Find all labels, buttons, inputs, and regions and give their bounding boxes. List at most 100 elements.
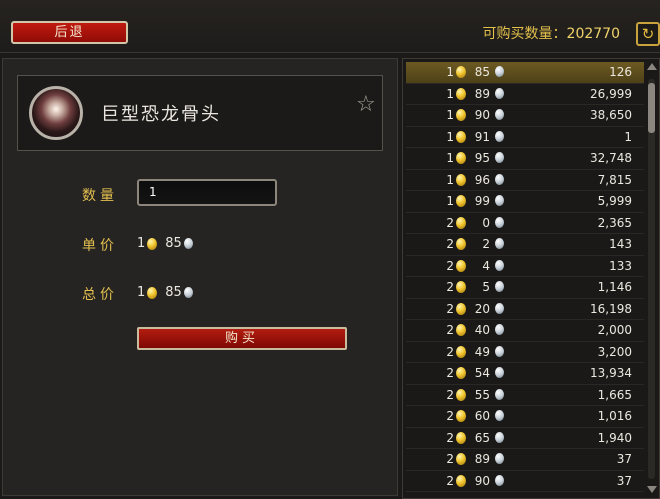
listing-silver: 40	[474, 323, 490, 337]
silver-coin-icon	[495, 302, 504, 314]
listing-quantity: 16,198	[590, 301, 632, 316]
listing-quantity: 1,146	[597, 280, 632, 294]
silver-coin-icon	[495, 195, 504, 206]
listing-row[interactable]: 2 20 16,198	[406, 299, 644, 320]
listing-row[interactable]: 2 4 133	[406, 256, 644, 277]
top-bar: 后退 可购买数量：202770 ↻	[0, 0, 660, 53]
listing-row[interactable]: 2 49 3,200	[406, 342, 644, 363]
listing-gold: 1	[446, 172, 454, 187]
listing-gold: 1	[446, 194, 454, 208]
listing-silver: 4	[482, 258, 490, 273]
listing-silver: 60	[474, 409, 490, 423]
silver-coin-icon	[495, 87, 504, 99]
gold-coin-icon	[456, 453, 466, 465]
silver-coin-icon	[495, 152, 504, 163]
listing-quantity: 133	[609, 258, 632, 273]
listing-silver: 85	[474, 65, 490, 79]
quantity-label: 数量	[82, 188, 118, 204]
silver-coin-icon	[183, 287, 193, 298]
gold-coin-icon	[456, 173, 466, 186]
unit-silver-value: 85	[165, 236, 182, 251]
total-silver-value: 85	[165, 285, 182, 300]
gold-coin-icon	[456, 410, 466, 422]
unit-price-label: 单价	[82, 238, 118, 254]
listing-silver: 99	[474, 194, 490, 208]
listing-quantity: 32,748	[590, 151, 632, 165]
listing-gold: 2	[446, 430, 454, 445]
gold-coin-icon	[456, 216, 466, 229]
gold-coin-icon	[147, 237, 158, 250]
unit-gold-value: 1	[137, 236, 146, 251]
scrollbar-track[interactable]	[648, 79, 655, 479]
listing-row[interactable]: 2 60 1,016	[406, 406, 644, 428]
listing-quantity: 1	[624, 129, 632, 144]
silver-coin-icon	[495, 388, 504, 400]
back-button[interactable]: 后退	[11, 21, 128, 44]
listing-silver: 95	[474, 151, 490, 165]
listings-list: 1 85 126 1 89 26,999 1 90 38,650 1 91 1 1 95 32,748 1 96…	[406, 62, 644, 492]
listing-gold: 1	[446, 86, 454, 101]
listing-gold: 2	[446, 452, 454, 466]
silver-coin-icon	[495, 410, 504, 421]
listing-row[interactable]: 1 90 38,650	[406, 105, 644, 127]
listing-gold: 1	[446, 108, 454, 122]
silver-coin-icon	[495, 345, 504, 357]
gold-coin-icon	[456, 238, 466, 250]
listing-silver: 5	[482, 280, 490, 294]
listing-row[interactable]: 2 5 1,146	[406, 277, 644, 299]
silver-coin-icon	[495, 130, 504, 142]
gold-coin-icon	[456, 259, 466, 272]
silver-coin-icon	[495, 238, 504, 249]
gold-coin-icon	[456, 130, 466, 143]
listing-row[interactable]: 2 0 2,365	[406, 213, 644, 234]
gold-coin-icon	[456, 388, 466, 401]
listing-row[interactable]: 1 91 1	[406, 127, 644, 148]
listing-row[interactable]: 2 89 37	[406, 449, 644, 471]
listing-row[interactable]: 1 85 126	[406, 62, 644, 84]
refresh-icon[interactable]: ↻	[636, 22, 660, 46]
scroll-down-arrow-icon[interactable]	[647, 486, 657, 493]
listing-row[interactable]: 2 40 2,000	[406, 320, 644, 342]
listing-row[interactable]: 2 2 143	[406, 234, 644, 256]
listing-gold: 2	[446, 280, 454, 294]
star-icon[interactable]: ☆	[356, 94, 376, 116]
silver-coin-icon	[495, 474, 504, 486]
gold-coin-icon	[456, 367, 466, 379]
gold-coin-icon	[456, 66, 466, 78]
silver-coin-icon	[495, 259, 504, 271]
listing-row[interactable]: 2 54 13,934	[406, 363, 644, 385]
listing-quantity: 5,999	[597, 194, 632, 208]
unit-price: 1 85	[137, 236, 193, 251]
listing-gold: 2	[446, 258, 454, 273]
listing-silver: 0	[482, 215, 490, 230]
listing-silver: 54	[474, 366, 490, 380]
listing-quantity: 7,815	[597, 172, 632, 187]
listing-row[interactable]: 1 99 5,999	[406, 191, 644, 213]
buy-button[interactable]: 购买	[137, 327, 347, 350]
listing-quantity: 126	[609, 65, 632, 79]
gold-coin-icon	[456, 87, 466, 100]
listing-quantity: 143	[609, 237, 632, 251]
gold-coin-icon	[456, 302, 466, 315]
listing-gold: 2	[446, 344, 454, 359]
listing-row[interactable]: 2 55 1,665	[406, 385, 644, 406]
scrollbar-thumb[interactable]	[648, 83, 655, 133]
listing-quantity: 13,934	[590, 366, 632, 380]
listing-quantity: 2,365	[597, 215, 632, 230]
listing-row[interactable]: 1 96 7,815	[406, 170, 644, 191]
listing-silver: 89	[474, 86, 490, 101]
listing-gold: 2	[446, 409, 454, 423]
listing-row[interactable]: 2 65 1,940	[406, 428, 644, 449]
quantity-input[interactable]: 1	[137, 179, 277, 206]
listing-silver: 96	[474, 172, 490, 187]
available-count: 202770	[566, 26, 620, 42]
listing-quantity: 37	[616, 473, 632, 488]
scroll-up-arrow-icon[interactable]	[647, 63, 657, 70]
listing-row[interactable]: 1 95 32,748	[406, 148, 644, 170]
listing-row[interactable]: 2 90 37	[406, 471, 644, 492]
listing-row[interactable]: 1 89 26,999	[406, 84, 644, 105]
available-label: 可购买数量：	[482, 26, 567, 42]
listing-quantity: 1,665	[597, 387, 632, 402]
listing-silver: 49	[474, 344, 490, 359]
listing-gold: 2	[446, 301, 454, 316]
